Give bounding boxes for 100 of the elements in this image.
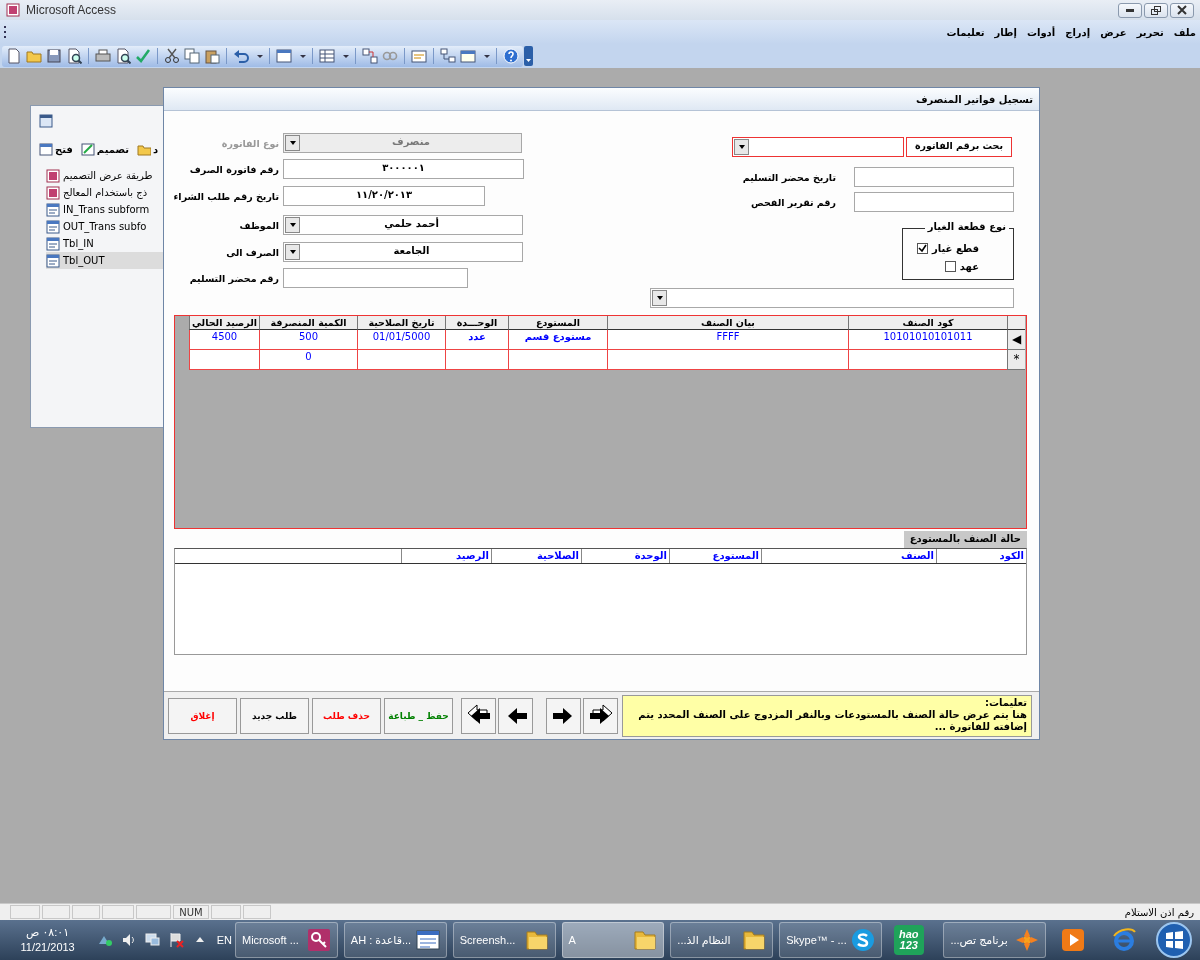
folder-icon bbox=[524, 928, 549, 952]
dropdown-button[interactable] bbox=[652, 290, 667, 306]
copy-icon[interactable] bbox=[184, 48, 200, 64]
print-preview-icon[interactable] bbox=[115, 48, 131, 64]
flower-icon bbox=[1015, 928, 1040, 952]
text-field[interactable]: ١١/٢٠/٢٠١٣ bbox=[283, 186, 485, 206]
language-indicator[interactable]: EN bbox=[216, 934, 232, 946]
monitor-icon[interactable] bbox=[144, 932, 160, 948]
column-header: تاريخ الصلاحية bbox=[357, 316, 445, 330]
caret-icon bbox=[288, 222, 297, 228]
combo-box[interactable]: أحمد حلمي bbox=[283, 215, 523, 235]
table-cell: 4500 bbox=[189, 330, 259, 350]
field-label: رقم فاتورة الصرف bbox=[188, 163, 279, 175]
grip-icon bbox=[4, 26, 7, 38]
file-search-icon[interactable] bbox=[66, 48, 82, 64]
browser-icon bbox=[1112, 928, 1137, 952]
undo-icon[interactable] bbox=[233, 48, 249, 64]
restore-button[interactable] bbox=[1144, 2, 1168, 18]
form-icon bbox=[46, 253, 60, 268]
toolbar-options-icon[interactable] bbox=[524, 46, 533, 66]
navigation-button[interactable] bbox=[461, 697, 496, 734]
flag-icon[interactable] bbox=[168, 932, 184, 948]
dropdown-button[interactable] bbox=[285, 217, 300, 233]
menu-item[interactable]: تعليمات bbox=[946, 26, 985, 38]
navigation-button[interactable] bbox=[546, 697, 581, 734]
dropdown-button[interactable] bbox=[285, 244, 300, 260]
combo-box[interactable]: الجامعة bbox=[283, 242, 523, 262]
navigation-button[interactable] bbox=[498, 697, 533, 734]
menu-item[interactable]: إطار bbox=[994, 26, 1017, 38]
table-icon[interactable] bbox=[319, 48, 335, 64]
menu-item[interactable]: تحرير bbox=[1136, 26, 1164, 38]
database-object-item[interactable]: Tbl_IN bbox=[46, 235, 163, 252]
form-title: تسجيل فواتير المنصرف bbox=[915, 93, 1033, 105]
column-header: بيان الصنف bbox=[607, 316, 848, 330]
header-corner-cell bbox=[1007, 316, 1025, 330]
taskbar-button[interactable]: النظام الذ... bbox=[670, 922, 774, 958]
list-box[interactable]: الكود الصنف المستودع الوحدة الصلاحية الرصيد bbox=[174, 548, 1027, 655]
form-button[interactable]: حذف طلب bbox=[312, 697, 381, 734]
speaker-icon[interactable] bbox=[120, 932, 136, 948]
field-label: رقم محضر التسليم bbox=[188, 272, 279, 284]
save-icon[interactable] bbox=[46, 48, 62, 64]
database-object-item[interactable]: OUT_Trans subfo bbox=[46, 218, 163, 235]
form-button[interactable]: حفظ _ طباعة bbox=[384, 697, 453, 734]
menu-item[interactable]: عرض bbox=[1100, 26, 1127, 38]
database-object-item[interactable]: Tbl_OUT bbox=[46, 252, 163, 269]
database-window-icon[interactable] bbox=[440, 48, 456, 64]
paste-icon[interactable] bbox=[204, 48, 220, 64]
new-document-icon[interactable] bbox=[6, 48, 22, 64]
form-icon bbox=[46, 219, 60, 234]
database-object-item[interactable]: ذج باستخدام المعالج bbox=[46, 184, 163, 201]
folder-icon bbox=[742, 928, 767, 952]
text-field[interactable]: ٣٠٠٠٠٠١ bbox=[283, 159, 524, 179]
properties-icon[interactable] bbox=[411, 48, 427, 64]
clock-time: ٠٨:٠١ ص bbox=[26, 925, 70, 940]
minimize-icon bbox=[1126, 8, 1134, 12]
column-header: الرصيد الحالي bbox=[189, 316, 259, 330]
taskbar-button[interactable]: Skype™ - ... bbox=[779, 922, 883, 958]
toolbar-button[interactable]: تصميم bbox=[80, 141, 130, 157]
close-button[interactable] bbox=[1170, 2, 1194, 18]
text-field[interactable] bbox=[283, 268, 468, 288]
taskbar-button[interactable]: AH : قاعدة... bbox=[343, 922, 447, 958]
menu-item[interactable]: إدراج bbox=[1065, 26, 1091, 38]
caret-icon bbox=[737, 144, 746, 150]
table-cell: 01/01/5000 bbox=[357, 330, 445, 350]
text-field[interactable] bbox=[854, 192, 1014, 212]
column-header: الوحـــدة bbox=[445, 316, 508, 330]
checkbox[interactable] bbox=[944, 260, 956, 272]
taskbar-button[interactable]: Microsoft ... bbox=[234, 922, 338, 958]
new-object-icon[interactable] bbox=[460, 48, 476, 64]
record-selector[interactable]: ◀ bbox=[1007, 330, 1025, 350]
checkbox[interactable] bbox=[916, 242, 928, 254]
group-label: نوع قطعة الغيار bbox=[924, 221, 1009, 232]
database-object-item[interactable]: طريقة عرض التصميم bbox=[46, 167, 163, 184]
toolbar-button[interactable]: د bbox=[137, 141, 159, 157]
toolbar-button[interactable]: فتح bbox=[39, 141, 73, 157]
instructions-text: هنا يتم عرض حالة الصنف بالمستودعات وبالنقر المزدوج على الصنف المحدد يتم إضافته للفاتورة ... bbox=[638, 708, 1027, 732]
minimize-button[interactable] bbox=[1118, 2, 1142, 18]
spell-check-icon[interactable] bbox=[135, 48, 151, 64]
database-object-item[interactable]: IN_Trans subform bbox=[46, 201, 163, 218]
scissors-icon[interactable] bbox=[164, 48, 180, 64]
menu-item[interactable]: ملف bbox=[1173, 26, 1196, 38]
table-cell: 10101010101011 bbox=[848, 330, 1007, 350]
form-view-icon[interactable] bbox=[276, 48, 292, 64]
taskbar-button[interactable]: Screensh... bbox=[452, 922, 556, 958]
taskbar-button[interactable]: برنامج تص... bbox=[943, 922, 1047, 958]
print-icon[interactable] bbox=[95, 48, 111, 64]
text-field[interactable] bbox=[854, 167, 1014, 187]
help-icon[interactable] bbox=[503, 48, 519, 64]
navigation-button[interactable] bbox=[583, 697, 618, 734]
check-icon bbox=[917, 243, 927, 253]
record-selector[interactable]: * bbox=[1007, 350, 1025, 370]
dropdown-button[interactable] bbox=[734, 139, 749, 155]
table-cell: 0 bbox=[259, 350, 357, 370]
relationships-icon[interactable] bbox=[362, 48, 378, 64]
field-label: تاريخ رقم طلب الشراء bbox=[172, 190, 279, 202]
menu-item[interactable]: أدوات bbox=[1026, 26, 1056, 38]
instructions-title: تعليمات: bbox=[984, 696, 1027, 708]
form-button[interactable]: طلب جديد bbox=[240, 697, 309, 734]
search-combo-box[interactable] bbox=[732, 137, 904, 157]
form-button[interactable]: إغلاق bbox=[168, 697, 237, 734]
